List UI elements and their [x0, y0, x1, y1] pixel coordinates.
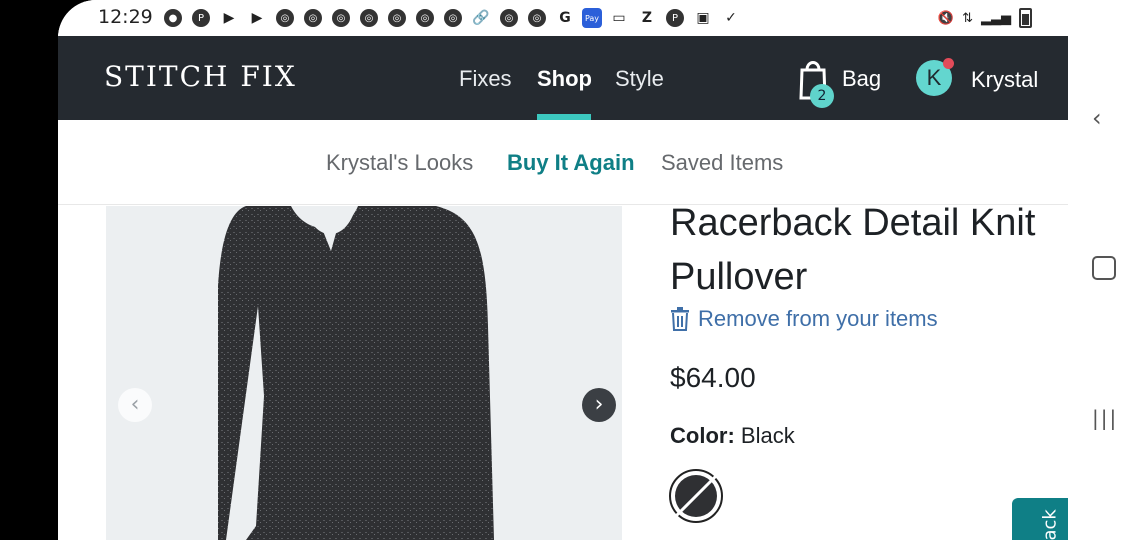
signal-icon: ▂▃▅: [981, 10, 1011, 26]
back-icon[interactable]: ‹: [1092, 104, 1102, 132]
user-name[interactable]: Krystal: [971, 67, 1038, 93]
previous-image-button[interactable]: ‹: [118, 388, 152, 422]
color-value: Black: [740, 423, 795, 448]
chrome-icon: ◎: [388, 9, 406, 27]
color-swatch-black[interactable]: [668, 468, 724, 524]
messenger-icon: ●: [164, 9, 182, 27]
home-icon[interactable]: [1092, 256, 1116, 280]
data-icon: ⇅: [962, 10, 973, 26]
pinterest-icon: P: [666, 9, 684, 27]
bag-icon: ▣: [696, 10, 710, 26]
youtube-icon: ▶: [223, 10, 235, 26]
status-bar: 12:29 ● P ▶ ▶ ◎ ◎ ◎ ◎ ◎ ◎ ◎ 🔗 ◎ ◎ G Pay …: [58, 0, 1068, 36]
system-status: 🔇 ⇅ ▂▃▅: [938, 8, 1032, 28]
system-navigation-bar: ‹ |||: [1068, 0, 1140, 540]
feedback-tab[interactable]: ack: [1012, 498, 1068, 540]
chrome-icon: ◎: [332, 9, 350, 27]
app-screen: 12:29 ● P ▶ ▶ ◎ ◎ ◎ ◎ ◎ ◎ ◎ 🔗 ◎ ◎ G Pay …: [58, 0, 1068, 540]
tab-krystals-looks[interactable]: Krystal's Looks: [326, 150, 473, 176]
remove-from-items-link[interactable]: Remove from your items: [670, 306, 938, 332]
brand-logo[interactable]: STITCH FIX: [104, 60, 297, 93]
nav-shop[interactable]: Shop: [537, 66, 592, 92]
amazon-icon: ▭: [612, 10, 626, 26]
google-icon: G: [559, 10, 571, 26]
chrome-icon: ◎: [360, 9, 378, 27]
notification-dot: [943, 58, 954, 69]
youtube-icon: ▶: [251, 10, 263, 26]
bag-count-badge: 2: [810, 84, 834, 108]
trash-icon: [671, 307, 689, 331]
recent-apps-icon[interactable]: |||: [1092, 406, 1118, 430]
chrome-icon: ◎: [528, 9, 546, 27]
z-icon: Z: [641, 10, 653, 26]
product-image[interactable]: ‹ ›: [106, 206, 622, 540]
shop-subnavigation: Krystal's Looks Buy It Again Saved Items: [58, 120, 1068, 205]
color-row: Color: Black: [670, 423, 795, 449]
status-time: 12:29: [98, 6, 153, 28]
bag-label[interactable]: Bag: [842, 66, 881, 92]
chrome-icon: ◎: [304, 9, 322, 27]
color-label: Color:: [670, 423, 735, 448]
top-navigation: STITCH FIX Fixes Shop Style 2 Bag K Krys…: [58, 36, 1068, 120]
chrome-icon: ◎: [416, 9, 434, 27]
mute-icon: 🔇: [937, 10, 955, 26]
feedback-label: ack: [1039, 509, 1061, 540]
product-price: $64.00: [670, 362, 756, 393]
chrome-icon: ◎: [500, 9, 518, 27]
nav-fixes[interactable]: Fixes: [459, 66, 512, 92]
pay-icon: Pay: [582, 8, 602, 28]
chrome-icon: ◎: [444, 9, 462, 27]
notification-icons: ● P ▶ ▶ ◎ ◎ ◎ ◎ ◎ ◎ ◎ 🔗 ◎ ◎ G Pay ▭ Z P …: [162, 8, 742, 28]
tab-buy-it-again[interactable]: Buy It Again: [507, 150, 635, 176]
pinterest-icon: P: [192, 9, 210, 27]
cart-icon: ✓: [725, 10, 737, 26]
next-image-button[interactable]: ›: [582, 388, 616, 422]
tab-saved-items[interactable]: Saved Items: [661, 150, 783, 176]
battery-icon: [1019, 8, 1032, 28]
product-title: Racerback Detail Knit Pullover: [670, 202, 1036, 298]
remove-label: Remove from your items: [698, 306, 938, 331]
link-icon: 🔗: [472, 10, 490, 26]
chrome-icon: ◎: [276, 9, 294, 27]
sweater-illustration: [218, 206, 494, 540]
nav-style[interactable]: Style: [615, 66, 664, 92]
